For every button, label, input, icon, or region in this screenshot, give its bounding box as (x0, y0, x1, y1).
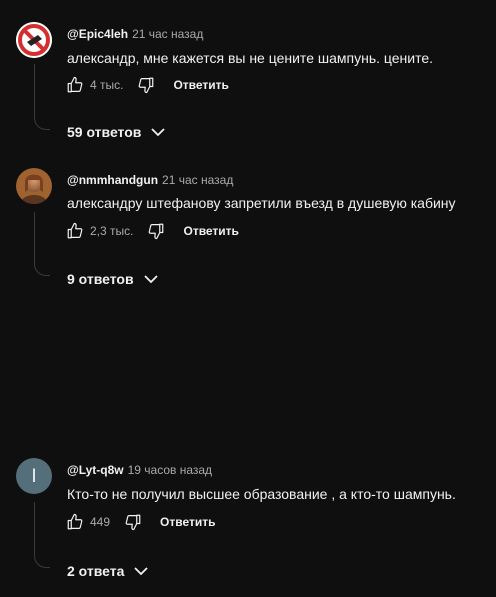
comment-header: @Epic4leh 21 час назад (67, 27, 203, 41)
like-button[interactable] (64, 511, 86, 533)
replies-count: 2 ответа (67, 563, 125, 579)
like-button[interactable] (64, 220, 86, 242)
comment-text: александру штефанову запретили въезд в д… (67, 195, 456, 211)
thread-line (34, 502, 50, 568)
avatar[interactable] (16, 22, 52, 58)
thumb-up-icon (67, 76, 83, 93)
timestamp[interactable]: 21 час назад (132, 27, 203, 41)
like-count: 2,3 тыс. (90, 224, 134, 238)
reply-button[interactable]: Ответить (173, 78, 228, 92)
timestamp[interactable]: 21 час назад (162, 173, 233, 187)
dislike-button[interactable] (122, 511, 144, 533)
dislike-button[interactable] (145, 220, 167, 242)
user-photo-icon (16, 168, 52, 204)
author-name[interactable]: @Lyt-q8w (67, 463, 124, 477)
reply-button[interactable]: Ответить (160, 515, 215, 529)
avatar[interactable] (16, 168, 52, 204)
replies-count: 9 ответов (67, 271, 134, 287)
thread-line (34, 64, 50, 130)
thumb-down-icon (139, 77, 154, 94)
dislike-button[interactable] (135, 74, 157, 96)
avatar-letter: l (32, 465, 36, 486)
like-count: 449 (90, 515, 111, 529)
chevron-down-icon (143, 275, 158, 284)
comment-actions: 449 Ответить (64, 510, 215, 534)
comment-actions: 2,3 тыс. Ответить (64, 219, 239, 243)
comment-actions: 4 тыс. Ответить (64, 73, 229, 97)
comment: l @Lyt-q8w 19 часов назад Кто-то не получ… (0, 440, 496, 597)
thumb-up-icon (67, 222, 83, 239)
thumb-down-icon (125, 514, 141, 531)
comment: @nmmhandgun 21 час назад александру штефа… (0, 150, 496, 300)
like-button[interactable] (64, 74, 86, 96)
reply-button[interactable]: Ответить (183, 224, 238, 238)
comment-header: @Lyt-q8w 19 часов назад (67, 463, 212, 477)
thumb-up-icon (67, 513, 83, 530)
thread-line (34, 212, 50, 276)
show-replies-button[interactable]: 59 ответов (67, 122, 166, 142)
comment-text: Кто-то не получил высшее образование , а… (67, 486, 456, 502)
chevron-down-icon (134, 567, 149, 576)
thumb-down-icon (149, 223, 164, 240)
show-replies-button[interactable]: 9 ответов (67, 269, 158, 289)
chevron-down-icon (151, 128, 166, 137)
avatar[interactable]: l (16, 458, 52, 494)
comment-header: @nmmhandgun 21 час назад (67, 173, 233, 187)
no-symbol-icon (16, 22, 52, 58)
comment-text: александр, мне кажется вы не цените шамп… (67, 50, 434, 66)
show-replies-button[interactable]: 2 ответа (67, 561, 149, 581)
author-name[interactable]: @Epic4leh (67, 27, 128, 41)
timestamp[interactable]: 19 часов назад (128, 463, 212, 477)
comment: @Epic4leh 21 час назад александр, мне каж… (0, 0, 496, 150)
author-name[interactable]: @nmmhandgun (67, 173, 158, 187)
like-count: 4 тыс. (90, 78, 124, 92)
replies-count: 59 ответов (67, 124, 142, 140)
